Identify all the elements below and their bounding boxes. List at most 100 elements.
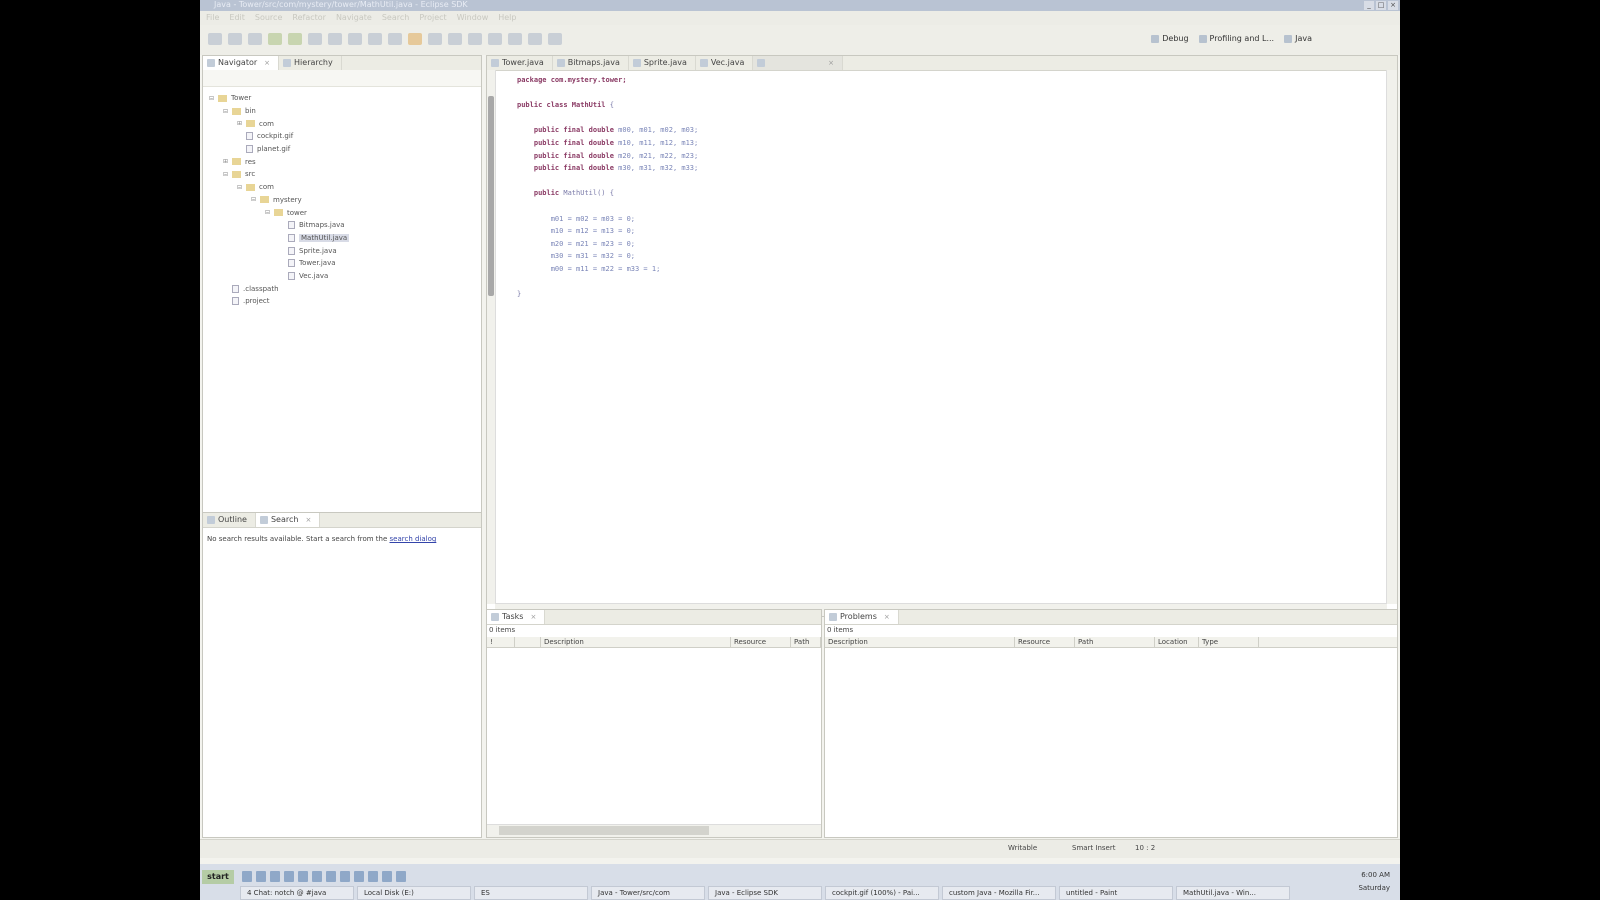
col-resource[interactable]: Resource — [731, 637, 791, 647]
minimize-button[interactable]: _ — [1364, 1, 1374, 10]
close-icon[interactable]: × — [305, 513, 311, 527]
tree-file[interactable]: .project — [209, 295, 349, 308]
taskbar-item[interactable]: ES — [474, 886, 588, 900]
new-class-icon[interactable] — [388, 33, 402, 45]
col-path[interactable]: Path — [791, 637, 821, 647]
tab-tasks[interactable]: Tasks × — [487, 610, 546, 624]
col-completed[interactable] — [515, 637, 541, 647]
col-path[interactable]: Path — [1075, 637, 1155, 647]
quick-launch-icon[interactable] — [312, 871, 322, 882]
col-description[interactable]: Description — [825, 637, 1015, 647]
tab-sprite-java[interactable]: Sprite.java — [629, 56, 696, 70]
close-icon[interactable]: × — [530, 610, 536, 624]
quick-launch-icon[interactable] — [354, 871, 364, 882]
system-clock[interactable]: 6:00 AM Saturday — [1358, 869, 1390, 895]
back-icon[interactable] — [448, 33, 462, 45]
perspective-java[interactable]: Java — [1284, 34, 1312, 43]
close-icon[interactable]: × — [264, 56, 270, 70]
taskbar-item[interactable]: Java - Eclipse SDK — [708, 886, 822, 900]
tree-expand-icon[interactable]: ⊟ — [223, 108, 230, 115]
tab-mathutil-java[interactable]: MathUtil.java × — [753, 56, 843, 70]
tree-file[interactable]: planet.gif — [209, 143, 349, 156]
quick-launch-icon[interactable] — [326, 871, 336, 882]
prev-annotation-icon[interactable] — [528, 33, 542, 45]
new-java-project-icon[interactable] — [348, 33, 362, 45]
perspective-debug[interactable]: Debug — [1151, 34, 1189, 43]
debug-icon[interactable] — [268, 33, 282, 45]
tree-folder[interactable]: ⊞ res — [209, 155, 349, 168]
tree-expand-icon[interactable]: ⊟ — [237, 184, 244, 191]
col-resource[interactable]: Resource — [1015, 637, 1075, 647]
profile-icon[interactable] — [308, 33, 322, 45]
col-description[interactable]: Description — [541, 637, 731, 647]
tree-folder[interactable]: ⊟ bin — [209, 105, 349, 118]
col-location[interactable]: Location — [1155, 637, 1199, 647]
tree-folder[interactable]: ⊟ mystery — [209, 194, 349, 207]
close-icon[interactable]: × — [828, 56, 834, 70]
close-icon[interactable]: × — [884, 610, 890, 624]
quick-launch-icon[interactable] — [256, 871, 266, 882]
tree-folder[interactable]: ⊟ tower — [209, 206, 349, 219]
next-annotation-icon[interactable] — [508, 33, 522, 45]
new-icon[interactable] — [208, 33, 222, 45]
quick-launch-icon[interactable] — [298, 871, 308, 882]
tasks-hscroll-thumb[interactable] — [499, 826, 709, 835]
col-priority[interactable]: ! — [487, 637, 515, 647]
start-button[interactable]: start — [202, 870, 234, 884]
tree-expand-icon[interactable]: ⊟ — [265, 209, 272, 216]
taskbar-item[interactable]: Java - Tower/src/com — [591, 886, 705, 900]
new-package-icon[interactable] — [368, 33, 382, 45]
maximize-button[interactable]: □ — [1376, 1, 1386, 10]
taskbar-item[interactable]: Local Disk (E:) — [357, 886, 471, 900]
menu-window[interactable]: Window — [457, 11, 489, 25]
close-button[interactable]: × — [1388, 1, 1398, 10]
tab-outline[interactable]: Outline — [203, 513, 256, 527]
tree-file[interactable]: Bitmaps.java — [209, 219, 349, 232]
open-type-icon[interactable] — [408, 33, 422, 45]
editor-vscroll[interactable] — [1386, 70, 1397, 604]
tree-expand-icon[interactable]: ⊟ — [209, 95, 216, 102]
tab-search[interactable]: Search × — [255, 513, 321, 527]
search-dialog-link[interactable]: search dialog — [390, 535, 437, 543]
quick-launch-icon[interactable] — [396, 871, 406, 882]
pin-icon[interactable] — [488, 33, 502, 45]
menu-project[interactable]: Project — [419, 11, 446, 25]
tree-file[interactable]: Sprite.java — [209, 244, 349, 257]
forward-icon[interactable] — [468, 33, 482, 45]
tree-file[interactable]: Tower.java — [209, 257, 349, 270]
editor-overview-thumb[interactable] — [488, 96, 494, 296]
tree-expand-icon[interactable]: ⊟ — [223, 171, 230, 178]
tree-folder[interactable]: ⊟ Tower — [209, 92, 349, 105]
tab-navigator[interactable]: Navigator × — [203, 56, 280, 70]
taskbar-item[interactable]: untitled - Paint — [1059, 886, 1173, 900]
menu-refactor[interactable]: Refactor — [292, 11, 326, 25]
tree-folder[interactable]: ⊟ com — [209, 181, 349, 194]
col-type[interactable]: Type — [1199, 637, 1259, 647]
taskbar-item[interactable]: cockpit.gif (100%) - Pai... — [825, 886, 939, 900]
tree-file[interactable]: .classpath — [209, 282, 349, 295]
menu-edit[interactable]: Edit — [229, 11, 245, 25]
quick-launch-icon[interactable] — [242, 871, 252, 882]
tree-folder[interactable]: ⊟ src — [209, 168, 349, 181]
external-tools-icon[interactable] — [328, 33, 342, 45]
perspective-profiling[interactable]: Profiling and L... — [1198, 34, 1274, 43]
taskbar-item[interactable]: MathUtil.java - Win... — [1176, 886, 1290, 900]
tab-problems[interactable]: Problems × — [825, 610, 899, 624]
tree-folder[interactable]: ⊞ com — [209, 117, 349, 130]
quick-launch-icon[interactable] — [284, 871, 294, 882]
search-icon[interactable] — [428, 33, 442, 45]
tab-tower-java[interactable]: Tower.java — [487, 56, 553, 70]
editor-text-area[interactable]: package com.mystery.tower; public class … — [495, 70, 1387, 604]
tree-expand-icon[interactable]: ⊟ — [251, 196, 258, 203]
tree-expand-icon[interactable]: ⊞ — [237, 120, 244, 127]
tab-vec-java[interactable]: Vec.java — [696, 56, 754, 70]
tree-file[interactable]: MathUtil.java — [209, 232, 350, 245]
quick-launch-icon[interactable] — [382, 871, 392, 882]
menu-help[interactable]: Help — [498, 11, 516, 25]
quick-launch-icon[interactable] — [340, 871, 350, 882]
print-icon[interactable] — [248, 33, 262, 45]
save-icon[interactable] — [228, 33, 242, 45]
taskbar-item[interactable]: custom Java - Mozilla Fir... — [942, 886, 1056, 900]
tree-expand-icon[interactable]: ⊞ — [223, 158, 230, 165]
tab-hierarchy[interactable]: Hierarchy — [279, 56, 342, 70]
